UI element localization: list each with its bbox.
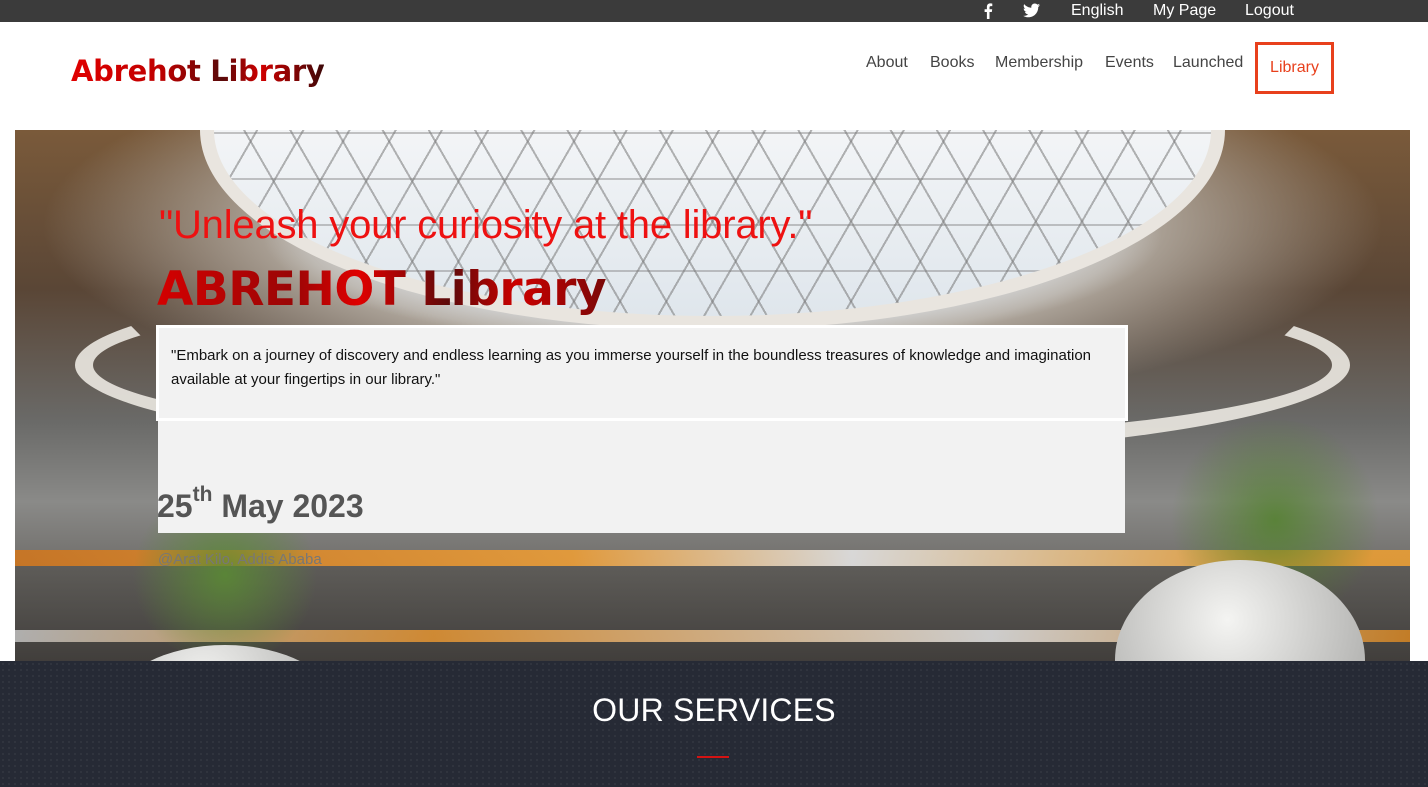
event-date: 25th May 2023 (157, 484, 364, 525)
my-page-link[interactable]: My Page (1153, 0, 1216, 22)
nav-membership[interactable]: Membership (995, 54, 1083, 72)
nav-about[interactable]: About (866, 54, 908, 72)
nav-launched[interactable]: Launched (1173, 54, 1243, 72)
hero-title: ABREHOT Library (157, 262, 607, 317)
facebook-icon[interactable] (983, 0, 997, 22)
event-date-month-year: May 2023 (212, 488, 364, 524)
nav-library-active[interactable]: Library (1255, 42, 1334, 94)
event-location: @Arat Kilo, Addis Ababa (158, 551, 322, 568)
top-utility-bar: English My Page Logout (0, 0, 1428, 22)
hero-quote: "Unleash your curiosity at the library." (159, 203, 813, 247)
logout-link[interactable]: Logout (1245, 0, 1294, 22)
event-date-suffix: th (192, 483, 213, 506)
event-date-day: 25 (157, 488, 193, 524)
services-divider (697, 756, 729, 758)
hero-intro-text: "Embark on a journey of discovery and en… (171, 347, 1092, 388)
nav-books[interactable]: Books (930, 54, 974, 72)
services-section: OUR SERVICES (0, 661, 1428, 787)
hero-intro: "Embark on a journey of discovery and en… (156, 325, 1128, 421)
services-title: OUR SERVICES (592, 692, 836, 728)
twitter-icon[interactable] (1023, 0, 1043, 22)
language-link[interactable]: English (1071, 0, 1123, 22)
site-header: Abrehot Library About Books Membership E… (0, 22, 1428, 130)
site-logo[interactable]: Abrehot Library (71, 54, 325, 88)
nav-events[interactable]: Events (1105, 54, 1154, 72)
